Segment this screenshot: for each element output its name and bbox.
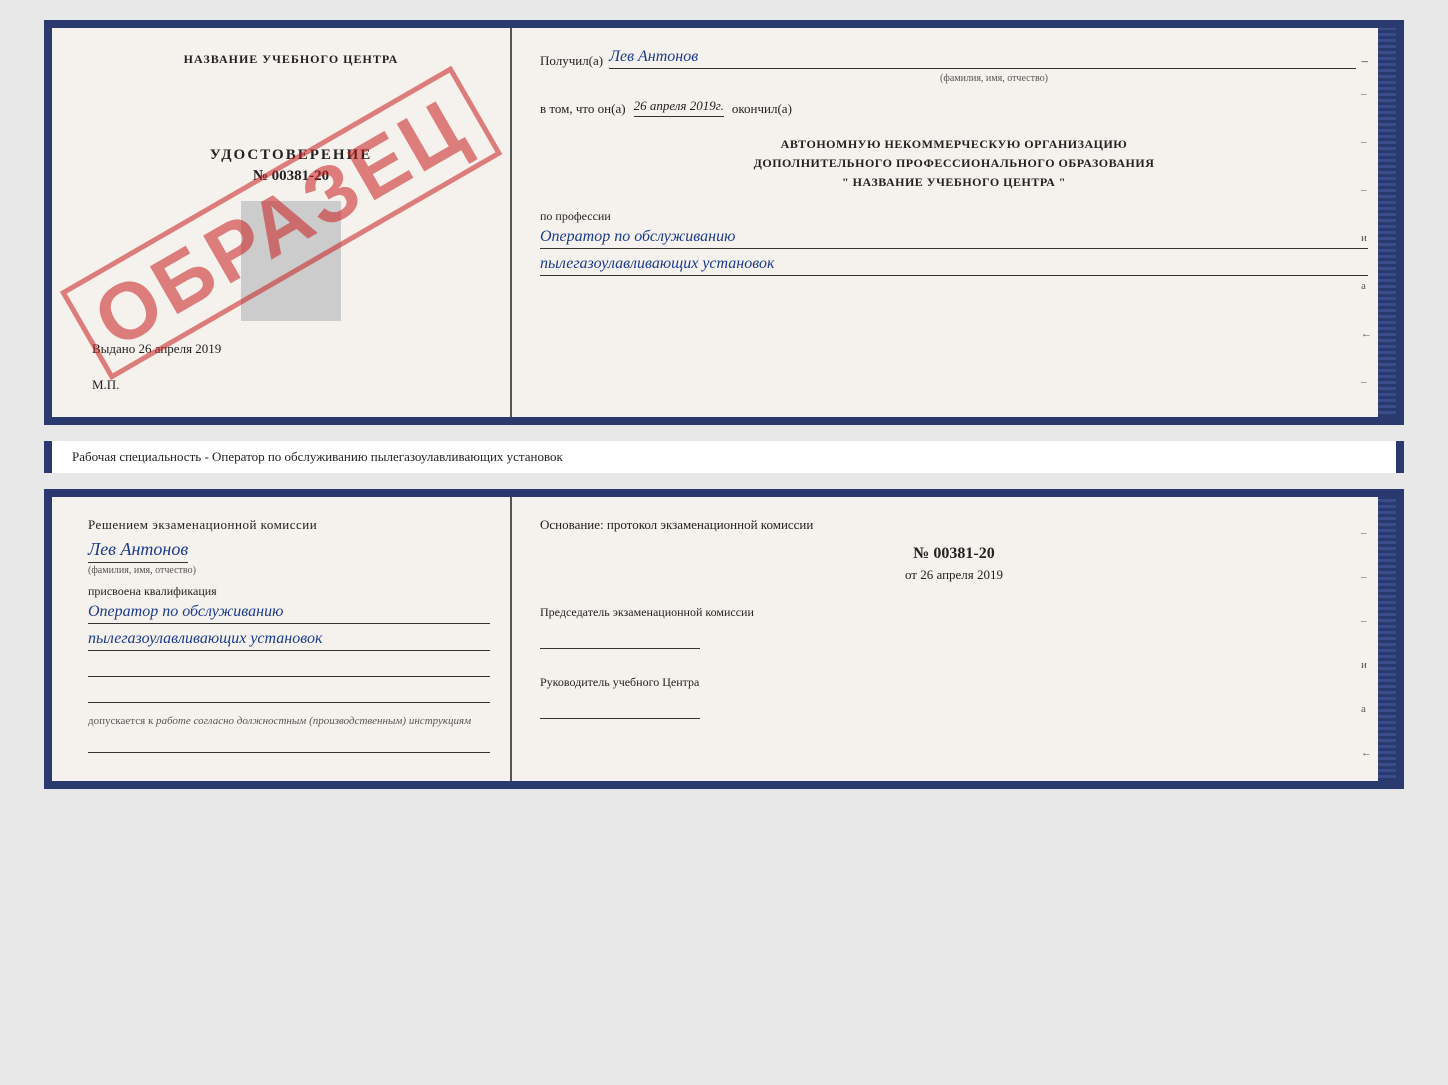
recipient-label: Получил(а): [540, 53, 603, 69]
mp-line: М.П.: [92, 377, 490, 393]
director-signature-line: [540, 699, 700, 719]
top-document-card: НАЗВАНИЕ УЧЕБНОГО ЦЕНТРА УДОСТОВЕРЕНИЕ №…: [44, 20, 1404, 425]
issued-label: Выдано: [92, 341, 135, 356]
person-name-bottom: Лев Антонов: [88, 539, 188, 563]
profession-value1: Оператор по обслуживанию: [540, 228, 1368, 249]
chairman-label: Председатель экзаменационной комиссии: [540, 603, 1368, 621]
допускается-prefix: допускается к: [88, 715, 153, 727]
org-line2: ДОПОЛНИТЕЛЬНОГО ПРОФЕССИОНАЛЬНОГО ОБРАЗО…: [540, 154, 1368, 173]
допускается-value: работе согласно должностным (производств…: [156, 715, 471, 727]
qualification-value2: пылегазоулавливающих установок: [88, 630, 490, 651]
profession-value2: пылегазоулавливающих установок: [540, 255, 1368, 276]
blank-line3: [88, 735, 490, 753]
middle-label: Рабочая специальность - Оператор по обсл…: [44, 441, 1404, 473]
org-name: " НАЗВАНИЕ УЧЕБНОГО ЦЕНТРА ": [540, 173, 1368, 192]
qualification-label: присвоена квалификация: [88, 584, 490, 599]
completed-date: 26 апреля 2019г.: [634, 98, 724, 117]
right-dashes-bottom: – – – и а ← – –: [1361, 527, 1372, 789]
photo-placeholder: [241, 201, 341, 321]
org-block: АВТОНОМНУЮ НЕКОММЕРЧЕСКУЮ ОРГАНИЗАЦИЮ ДО…: [540, 135, 1368, 193]
completed-line: в том, что он(а) 26 апреля 2019г. окончи…: [540, 98, 1368, 117]
issued-date: 26 апреля 2019: [139, 341, 222, 356]
issued-line: Выдано 26 апреля 2019: [92, 341, 490, 357]
cert-number: № 00381-20: [92, 168, 490, 185]
cert-label: УДОСТОВЕРЕНИЕ: [92, 147, 490, 164]
basis-text: Основание: протокол экзаменационной коми…: [540, 517, 1368, 533]
bottom-document-card: Решением экзаменационной комиссии Лев Ан…: [44, 489, 1404, 789]
protocol-date: от 26 апреля 2019: [540, 567, 1368, 583]
decision-text: Решением экзаменационной комиссии: [88, 517, 490, 533]
training-center-title: НАЗВАНИЕ УЧЕБНОГО ЦЕНТРА: [92, 52, 490, 67]
bottom-card-right: Основание: протокол экзаменационной коми…: [512, 497, 1396, 781]
top-card-right: Получил(а) Лев Антонов – (фамилия, имя, …: [512, 28, 1396, 417]
protocol-number: № 00381-20: [540, 545, 1368, 563]
director-label: Руководитель учебного Центра: [540, 673, 1368, 691]
blank-line2: [88, 685, 490, 703]
profession-label: по профессии: [540, 209, 1368, 224]
recipient-line: Получил(а) Лев Антонов –: [540, 48, 1368, 69]
completed-prefix: в том, что он(а): [540, 101, 626, 117]
bottom-card-left: Решением экзаменационной комиссии Лев Ан…: [52, 497, 512, 781]
dash-separator: –: [1362, 53, 1369, 69]
recipient-name: Лев Антонов: [609, 48, 1355, 69]
qualification-value1: Оператор по обслуживанию: [88, 603, 490, 624]
protocol-date-value: 26 апреля 2019: [920, 567, 1003, 582]
fio-label: (фамилия, имя, отчество): [620, 73, 1368, 84]
chairman-signature-line: [540, 629, 700, 649]
org-line1: АВТОНОМНУЮ НЕКОММЕРЧЕСКУЮ ОРГАНИЗАЦИЮ: [540, 135, 1368, 154]
right-dashes: – – – и а ← – – – –: [1361, 88, 1372, 425]
completed-suffix: окончил(а): [732, 101, 792, 117]
допускается-text: допускается к работе согласно должностны…: [88, 715, 490, 727]
blank-line1: [88, 659, 490, 677]
protocol-date-prefix: от: [905, 567, 917, 582]
fio-label-bottom: (фамилия, имя, отчество): [88, 565, 490, 576]
top-card-left: НАЗВАНИЕ УЧЕБНОГО ЦЕНТРА УДОСТОВЕРЕНИЕ №…: [52, 28, 512, 417]
